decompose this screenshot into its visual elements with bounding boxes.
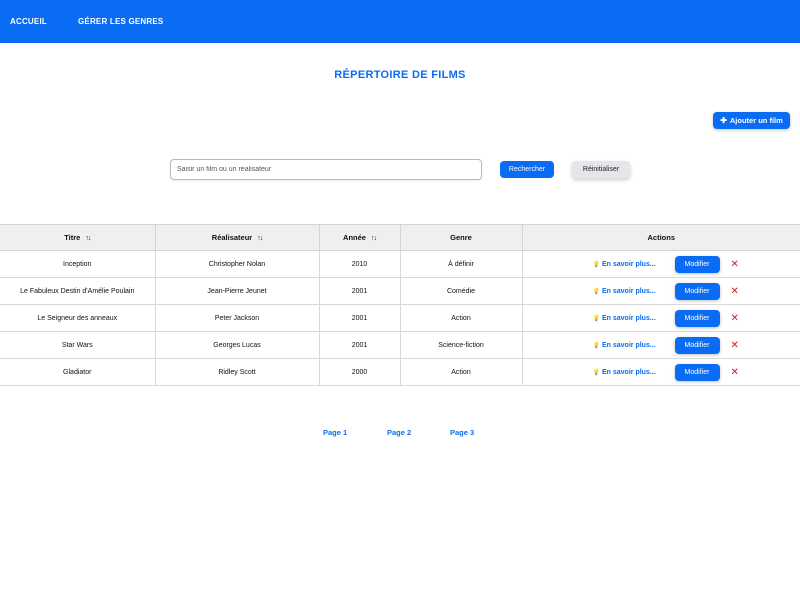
cell-actions: 💡 En savoir plus... Modifier ✕ (522, 331, 800, 359)
lightbulb-icon: 💡 (592, 261, 600, 268)
lightbulb-icon: 💡 (592, 288, 600, 295)
column-header-actions-label: Actions (647, 233, 675, 242)
nav-link-home[interactable]: ACCUEIL (10, 17, 47, 26)
column-header-title-label: Titre (64, 233, 81, 242)
table-row: Inception Christopher Nolan 2010 À défin… (0, 250, 800, 278)
cell-actions: 💡 En savoir plus... Modifier ✕ (522, 250, 800, 278)
cell-title: Star Wars (0, 331, 156, 359)
cell-actions: 💡 En savoir plus... Modifier ✕ (522, 277, 800, 305)
close-icon[interactable]: ✕ (731, 313, 739, 324)
page-title: RÉPERTOIRE DE FILMS (334, 69, 466, 81)
table-header-row: Titre ↑↓ Réalisateur ↑↓ Année ↑↓ Genre Acti… (0, 224, 800, 251)
cell-genre: Comédie (400, 277, 523, 305)
column-header-actions: Actions (522, 224, 800, 251)
edit-button[interactable]: Modifier (674, 336, 720, 354)
films-table: Titre ↑↓ Réalisateur ↑↓ Année ↑↓ Genre Acti… (0, 224, 800, 386)
cell-director: Peter Jackson (155, 304, 320, 332)
cell-director: Georges Lucas (155, 331, 320, 359)
close-icon[interactable]: ✕ (731, 286, 739, 297)
cell-actions: 💡 En savoir plus... Modifier ✕ (522, 358, 800, 386)
page-link-1[interactable]: Page 1 (323, 428, 347, 437)
cell-year: 2010 (319, 250, 401, 278)
cell-year: 2001 (319, 277, 401, 305)
cell-year: 2000 (319, 358, 401, 386)
nav-link-manage-genres[interactable]: GÉRER LES GENRES (78, 17, 163, 26)
more-info-link[interactable]: 💡 En savoir plus... (593, 315, 675, 322)
cell-year: 2001 (319, 331, 401, 359)
more-info-link[interactable]: 💡 En savoir plus... (593, 369, 675, 376)
top-navbar: ACCUEIL GÉRER LES GENRES (0, 0, 800, 43)
add-film-label: Ajouter un film (729, 116, 783, 125)
column-header-genre: Genre (400, 224, 523, 251)
more-info-label: En savoir plus... (601, 287, 656, 295)
cell-genre: Science-fiction (400, 331, 523, 359)
plus-icon: ✚ (720, 115, 727, 125)
close-icon[interactable]: ✕ (731, 367, 739, 378)
column-header-genre-label: Genre (450, 233, 472, 242)
cell-director: Christopher Nolan (155, 250, 320, 278)
cell-year: 2001 (319, 304, 401, 332)
more-info-link[interactable]: 💡 En savoir plus... (593, 342, 675, 349)
more-info-link[interactable]: 💡 En savoir plus... (593, 288, 675, 295)
edit-button[interactable]: Modifier (674, 255, 720, 273)
edit-button[interactable]: Modifier (674, 309, 720, 327)
cell-title: Gladiator (0, 358, 156, 386)
cell-genre: À définir (400, 250, 523, 278)
close-icon[interactable]: ✕ (731, 340, 739, 351)
column-header-title: Titre ↑↓ (0, 224, 156, 251)
column-header-year: Année ↑↓ (319, 224, 401, 251)
lightbulb-icon: 💡 (592, 342, 600, 349)
column-header-year-label: Année (343, 233, 366, 242)
search-button[interactable]: Rechercher (500, 161, 554, 178)
more-info-label: En savoir plus... (601, 368, 656, 376)
more-info-label: En savoir plus... (601, 260, 656, 268)
table-row: Le Fabuleux Destin d'Amélie Poulain Jean… (0, 277, 800, 305)
cell-title: Le Fabuleux Destin d'Amélie Poulain (0, 277, 156, 305)
add-film-button[interactable]: ✚ Ajouter un film (713, 112, 790, 129)
cell-director: Jean-Pierre Jeunet (155, 277, 320, 305)
column-header-director-label: Réalisateur (211, 233, 253, 242)
page-link-3[interactable]: Page 3 (450, 428, 474, 437)
more-info-link[interactable]: 💡 En savoir plus... (593, 261, 675, 268)
sort-title-icon[interactable]: ↑↓ (85, 235, 91, 242)
lightbulb-icon: 💡 (592, 369, 600, 376)
table-row: Gladiator Ridley Scott 2000 Action 💡 En s… (0, 358, 800, 386)
more-info-label: En savoir plus... (601, 341, 656, 349)
cell-genre: Action (400, 304, 523, 332)
search-input[interactable] (170, 159, 482, 180)
cell-actions: 💡 En savoir plus... Modifier ✕ (522, 304, 800, 332)
column-header-director: Réalisateur ↑↓ (155, 224, 320, 251)
reset-button[interactable]: Réinitialiser (572, 161, 630, 178)
cell-title: Inception (0, 250, 156, 278)
table-row: Le Seigneur des anneaux Peter Jackson 20… (0, 304, 800, 332)
sort-director-icon[interactable]: ↑↓ (257, 235, 263, 242)
cell-director: Ridley Scott (155, 358, 320, 386)
table-row: Star Wars Georges Lucas 2001 Science-fic… (0, 331, 800, 359)
page-link-2[interactable]: Page 2 (387, 428, 411, 437)
more-info-label: En savoir plus... (601, 314, 656, 322)
edit-button[interactable]: Modifier (674, 363, 720, 381)
lightbulb-icon: 💡 (592, 315, 600, 322)
close-icon[interactable]: ✕ (731, 259, 739, 270)
sort-year-icon[interactable]: ↑↓ (371, 235, 377, 242)
cell-genre: Action (400, 358, 523, 386)
cell-title: Le Seigneur des anneaux (0, 304, 156, 332)
edit-button[interactable]: Modifier (674, 282, 720, 300)
